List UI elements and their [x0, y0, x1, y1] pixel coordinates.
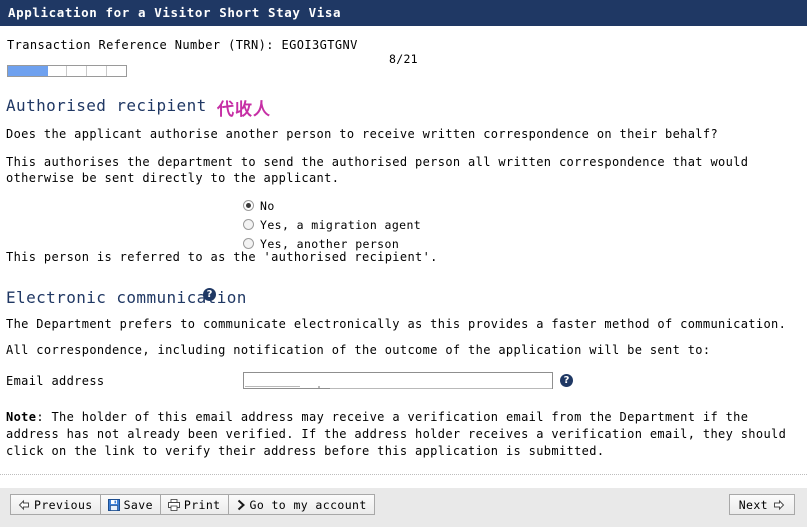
authorise-explanation-text: This authorises the department to send t…: [6, 155, 749, 185]
input-render-artifact: [245, 386, 300, 387]
previous-button[interactable]: Previous: [11, 495, 101, 514]
go-to-my-account-button-label: Go to my account: [249, 497, 367, 512]
previous-button-label: Previous: [34, 497, 93, 512]
footer-separator: [0, 474, 807, 475]
radio-option-migration-agent[interactable]: Yes, a migration agent: [243, 215, 421, 234]
progress-cell: [87, 66, 108, 76]
floppy-disk-icon: [107, 498, 120, 511]
radio-button-icon[interactable]: [243, 238, 254, 249]
print-button-label: Print: [183, 497, 221, 512]
progress-bar: [7, 65, 127, 77]
next-button[interactable]: Next: [728, 494, 795, 515]
print-button[interactable]: Print: [160, 495, 229, 514]
transaction-reference-number: Transaction Reference Number (TRN): EGOI…: [7, 38, 358, 52]
progress-cell: [107, 66, 126, 76]
footer-button-group: Previous Save Print Go to my account: [10, 494, 375, 515]
arrow-left-icon: [18, 499, 29, 510]
save-button-label: Save: [123, 497, 153, 512]
save-button[interactable]: Save: [100, 495, 161, 514]
progress-cell: [48, 66, 68, 76]
electronic-communication-paragraph-2: All correspondence, including notificati…: [6, 343, 711, 357]
progress-cell: [27, 66, 48, 76]
arrow-right-icon: [774, 499, 785, 510]
note-body: : The holder of this email address may r…: [6, 410, 787, 458]
radio-option-no[interactable]: No: [243, 196, 421, 215]
next-button-label: Next: [738, 497, 768, 512]
verification-note-text: Note: The holder of this email address m…: [6, 409, 801, 460]
progress-cell: [67, 66, 88, 76]
progress-cell: [8, 66, 28, 76]
chevron-right-icon: [237, 499, 245, 510]
go-to-my-account-button[interactable]: Go to my account: [228, 495, 374, 514]
help-question-icon[interactable]: ?: [560, 374, 573, 387]
radio-button-icon[interactable]: [243, 219, 254, 230]
input-render-artifact: [318, 386, 320, 388]
email-address-label: Email address: [6, 374, 105, 388]
authorised-recipient-radio-group[interactable]: No Yes, a migration agent Yes, another p…: [243, 196, 421, 253]
section-heading-authorised-recipient: Authorised recipient: [6, 96, 207, 115]
footer-button-bar: Previous Save Print Go to my account Nex…: [0, 487, 807, 527]
radio-option-label: Yes, a migration agent: [260, 217, 422, 232]
note-label: Note: [6, 410, 37, 424]
page-counter: 8/21: [389, 52, 418, 66]
printer-icon: [167, 498, 180, 511]
radio-button-icon[interactable]: [243, 200, 254, 211]
authorised-recipient-footnote: This person is referred to as the 'autho…: [6, 250, 438, 264]
electronic-communication-paragraph-1: The Department prefers to communicate el…: [6, 317, 787, 331]
input-render-artifact: [330, 388, 552, 389]
help-question-icon[interactable]: ?: [203, 288, 216, 301]
authorise-question-text: Does the applicant authorise another per…: [6, 127, 719, 141]
radio-option-label: No: [260, 198, 275, 213]
section-heading-translation: 代收人: [217, 100, 271, 120]
window-title-bar: Application for a Visitor Short Stay Vis…: [0, 0, 807, 26]
